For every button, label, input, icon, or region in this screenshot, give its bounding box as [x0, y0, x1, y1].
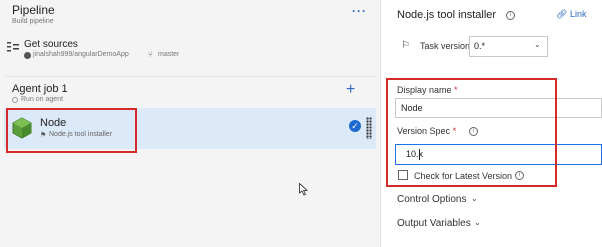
- add-task-button[interactable]: +: [346, 82, 355, 98]
- chevron-down-icon[interactable]: ⌄: [471, 194, 478, 203]
- flag-icon: ⚐: [401, 40, 410, 51]
- highlight-box-task: [6, 108, 137, 153]
- info-icon: [12, 97, 18, 103]
- sources-icon: [6, 40, 20, 58]
- check-circle-icon: ✓: [349, 120, 361, 132]
- agent-job-title[interactable]: Agent job 1: [12, 83, 68, 95]
- pipeline-subtitle: Build pipeline: [12, 18, 54, 25]
- highlight-box-fields: [386, 78, 557, 187]
- chevron-down-icon[interactable]: ⌄: [534, 40, 541, 49]
- chevron-down-icon[interactable]: ⌄: [474, 218, 481, 227]
- task-version-value: 0.*: [474, 41, 486, 51]
- details-title: Node.js tool installer: [397, 9, 497, 21]
- output-variables-toggle[interactable]: Output Variables: [397, 218, 471, 229]
- branch-name: master: [158, 51, 180, 58]
- get-sources-title[interactable]: Get sources: [24, 39, 78, 50]
- link-icon[interactable]: 🔗︎: [556, 9, 567, 20]
- control-options-toggle[interactable]: Control Options: [397, 194, 466, 205]
- task-version-label: Task version: [420, 41, 471, 51]
- agent-job-subtitle: Run on agent: [21, 96, 64, 103]
- section-divider: [4, 76, 376, 77]
- drag-handle-icon[interactable]: [366, 117, 372, 139]
- link-settings-button[interactable]: Link: [570, 9, 587, 19]
- branch-icon: ⑂: [148, 50, 153, 59]
- repository-name: jinalshah999/angularDemoApp: [33, 51, 129, 58]
- more-actions-button[interactable]: ···: [352, 4, 367, 18]
- mouse-cursor-icon: [299, 182, 309, 201]
- info-icon[interactable]: i: [506, 11, 515, 20]
- github-icon: [24, 52, 31, 59]
- pipeline-title: Pipeline: [12, 3, 55, 17]
